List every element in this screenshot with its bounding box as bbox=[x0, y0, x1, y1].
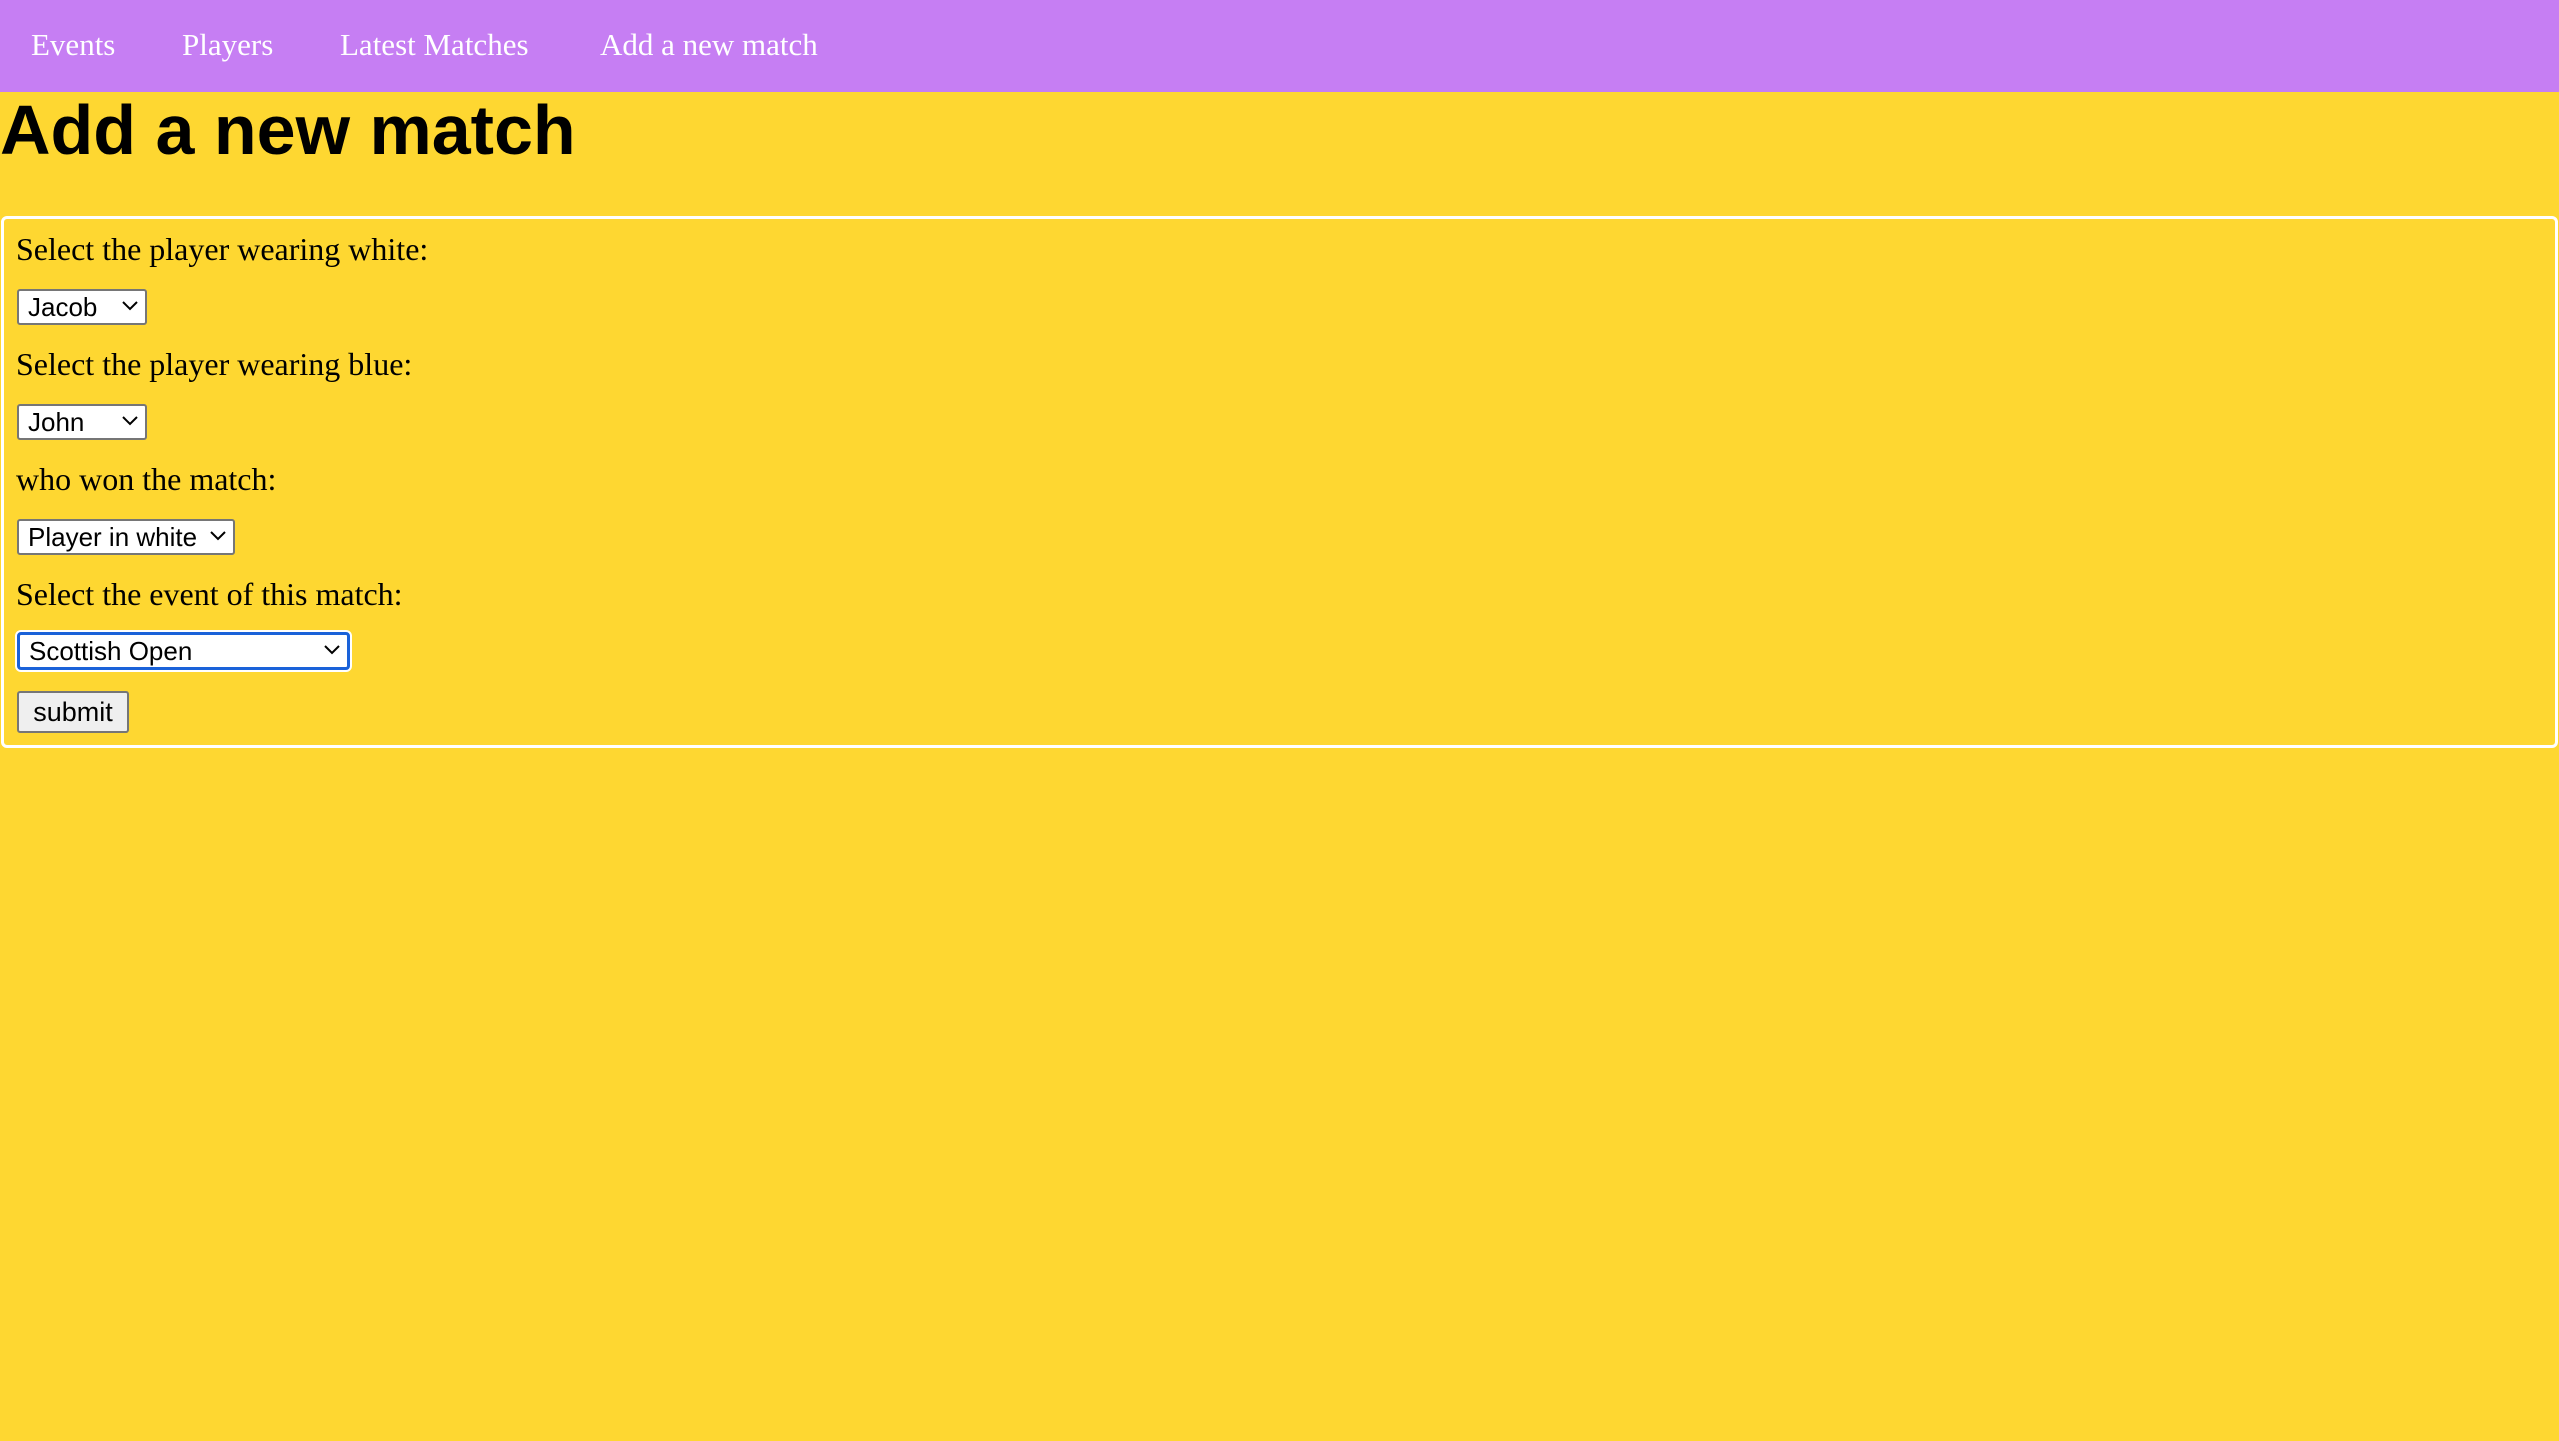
submit-button[interactable]: submit bbox=[17, 691, 129, 733]
winner-selected-value: Player in white bbox=[28, 522, 198, 552]
add-match-form: Select the player wearing white: Jacob S… bbox=[1, 216, 2558, 748]
winner-label: who won the match: bbox=[16, 461, 277, 497]
page-title: Add a new match bbox=[0, 91, 576, 169]
nav-link-events[interactable]: Events bbox=[31, 23, 115, 67]
nav-link-add-new-match[interactable]: Add a new match bbox=[600, 23, 818, 67]
event-select[interactable]: Scottish Open bbox=[17, 632, 350, 670]
white-player-selected-value: Jacob bbox=[28, 292, 98, 322]
chevron-down-icon bbox=[122, 301, 138, 311]
nav-link-players[interactable]: Players bbox=[182, 23, 273, 67]
chevron-down-icon bbox=[324, 645, 340, 655]
winner-select[interactable]: Player in white bbox=[17, 519, 235, 555]
chevron-down-icon bbox=[210, 531, 226, 541]
blue-player-select[interactable]: John bbox=[17, 404, 147, 440]
chevron-down-icon bbox=[122, 416, 138, 426]
white-player-select[interactable]: Jacob bbox=[17, 289, 147, 325]
top-navigation: Events Players Latest Matches Add a new … bbox=[0, 0, 2559, 92]
event-label: Select the event of this match: bbox=[16, 576, 403, 612]
nav-link-latest-matches[interactable]: Latest Matches bbox=[340, 23, 529, 67]
event-selected-value: Scottish Open bbox=[29, 636, 193, 666]
blue-player-selected-value: John bbox=[28, 407, 85, 437]
blue-player-label: Select the player wearing blue: bbox=[16, 346, 413, 382]
white-player-label: Select the player wearing white: bbox=[16, 231, 429, 267]
